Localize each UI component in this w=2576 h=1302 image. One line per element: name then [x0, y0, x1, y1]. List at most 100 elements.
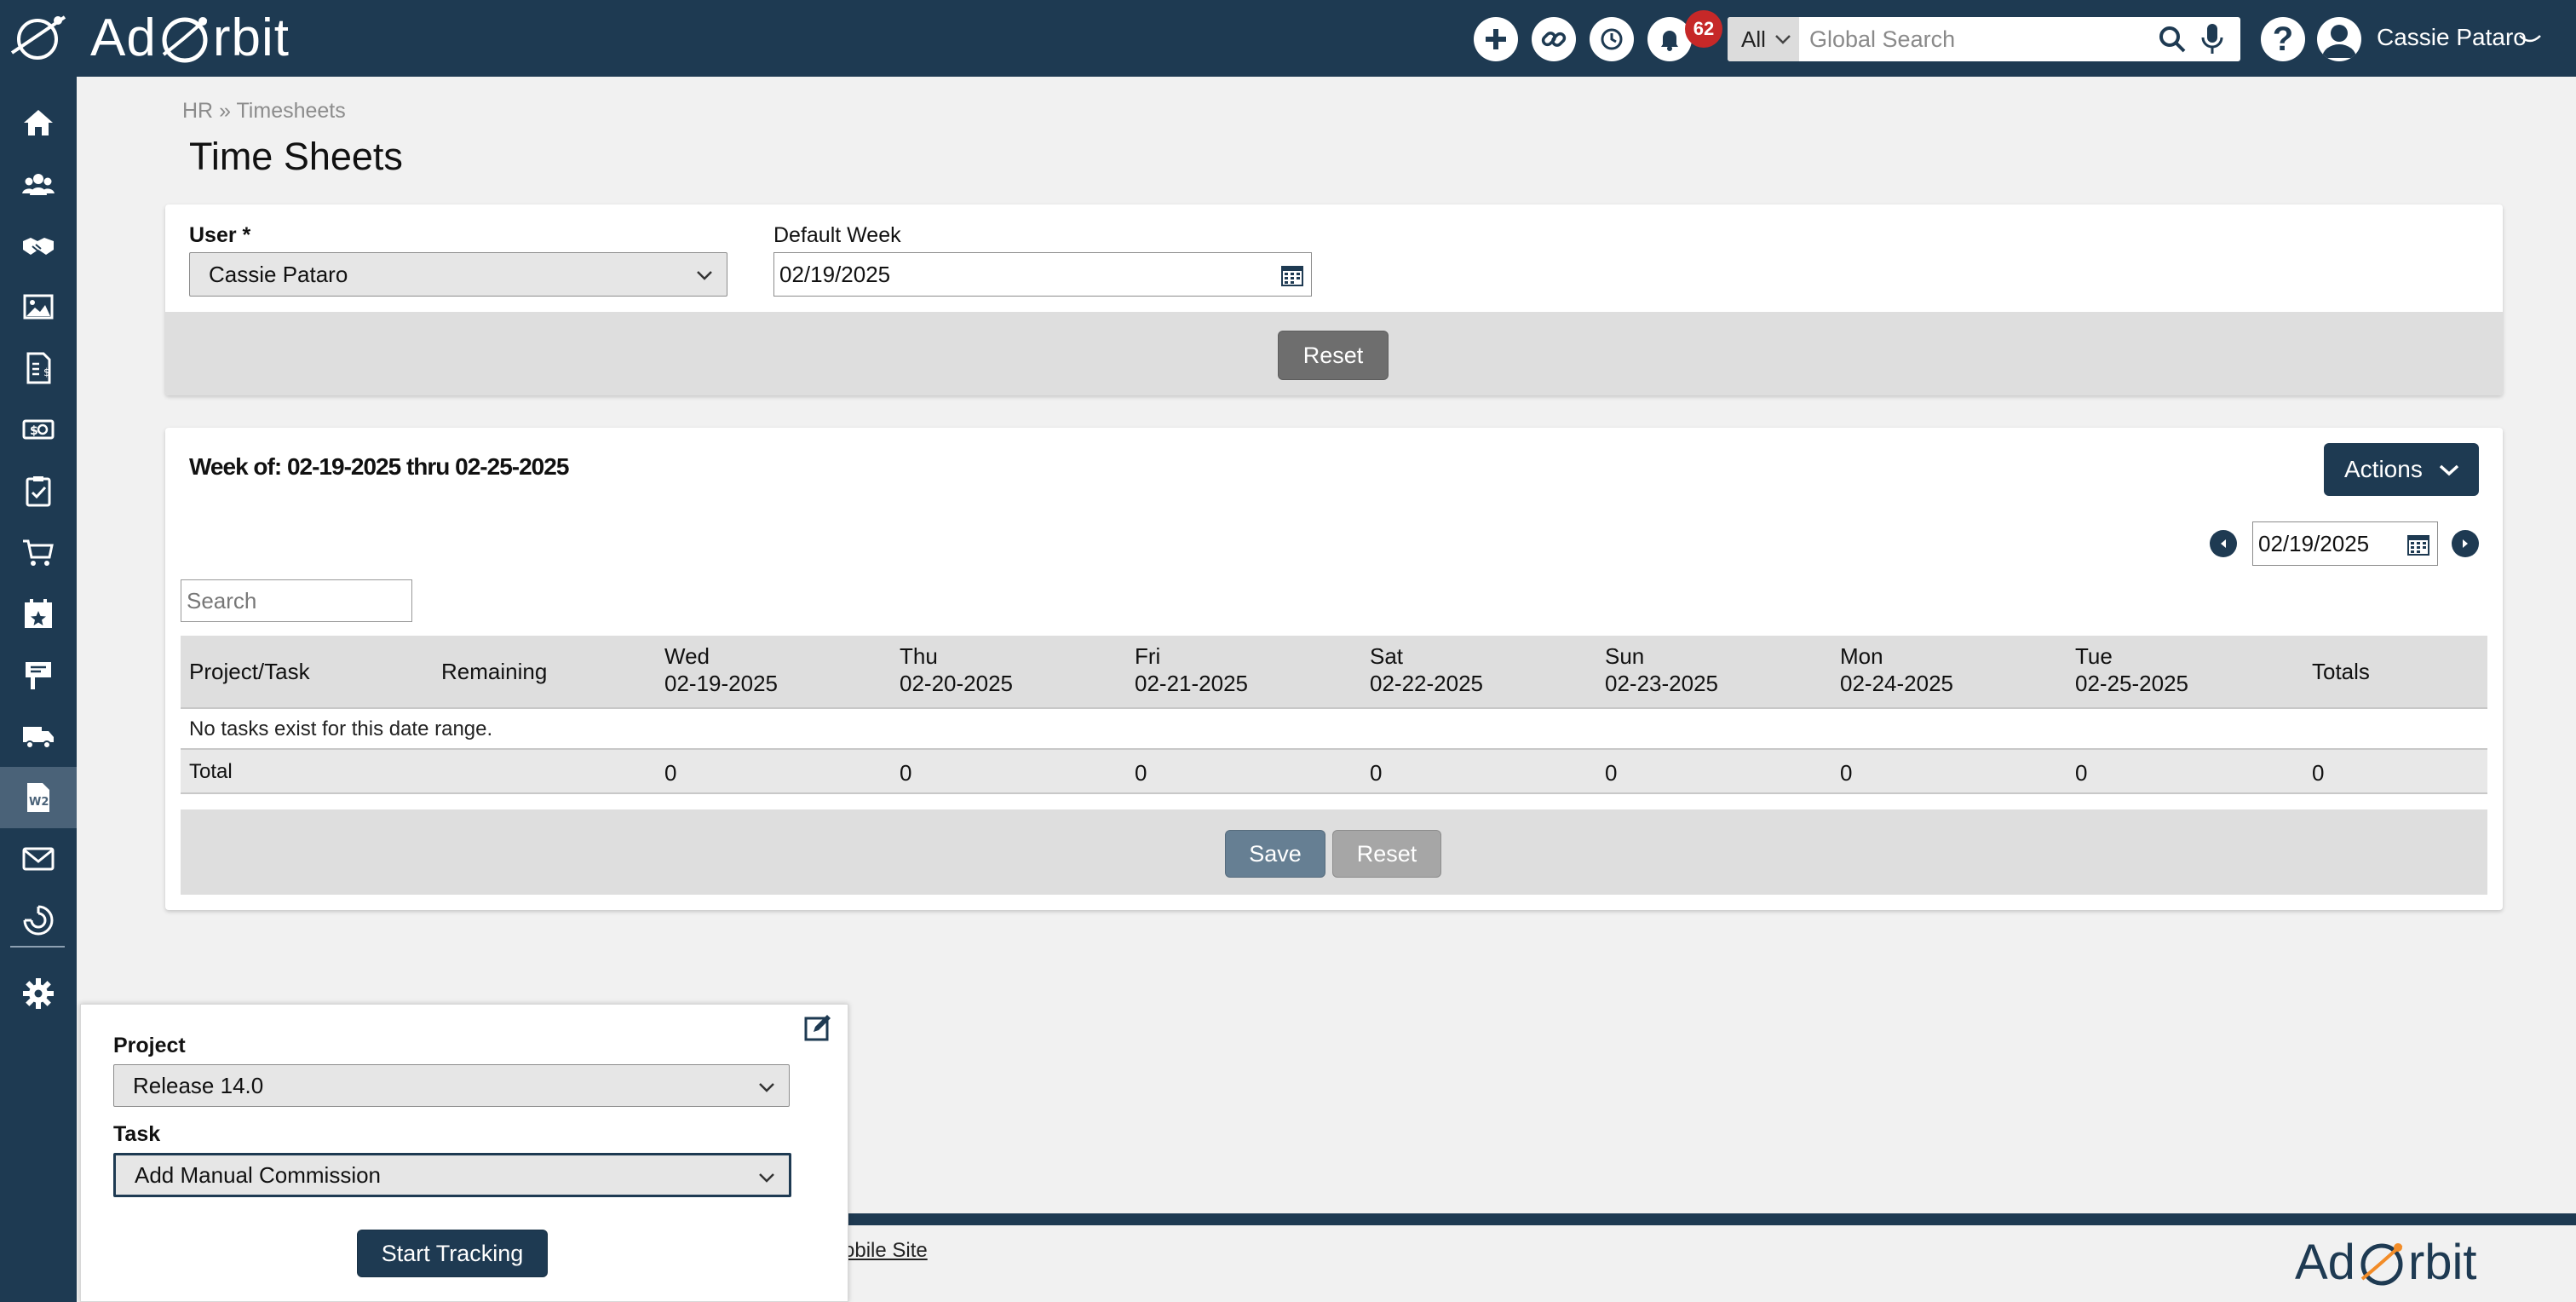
table-search-input[interactable] — [181, 579, 412, 622]
column-day: Sat — [1370, 643, 1404, 669]
column-header-project-task[interactable]: Project/Task — [189, 658, 310, 685]
caret-right-icon — [2463, 539, 2468, 548]
orbit-o-icon — [162, 17, 208, 63]
column-day: Sun — [1605, 643, 1645, 669]
column-header-totals: Totals — [2312, 658, 2370, 685]
image-icon — [23, 294, 54, 320]
sidebar-item-deals[interactable] — [0, 215, 77, 276]
footer-logo-prefix: Ad — [2295, 1235, 2355, 1290]
mail-icon — [22, 847, 55, 871]
breadcrumb-hr-link[interactable]: HR — [182, 99, 213, 123]
sidebar-item-hr[interactable]: W2 — [0, 767, 77, 828]
sidebar-item-delivery[interactable] — [0, 706, 77, 767]
default-week-value: 02/19/2025 — [779, 261, 891, 287]
total-sat: 0 — [1370, 760, 1383, 786]
user-select[interactable]: Cassie Pataro — [189, 252, 727, 297]
sidebar-item-home[interactable] — [0, 92, 77, 153]
previous-week-button[interactable] — [2210, 530, 2237, 557]
sidebar-item-reports[interactable] — [0, 890, 77, 951]
help-icon[interactable]: ? — [2261, 17, 2305, 61]
week-range-title: Week of: 02-19-2025 thru 02-25-2025 — [189, 453, 569, 480]
column-date: 02-22-2025 — [1370, 671, 1483, 696]
column-header-remaining[interactable]: Remaining — [441, 658, 547, 685]
sidebar-item-tasks[interactable] — [0, 460, 77, 521]
chevron-down-icon — [1775, 35, 1791, 44]
column-header-sat: Sat 02-22-2025 — [1370, 642, 1483, 697]
sidebar-item-events[interactable] — [0, 583, 77, 644]
sidebar-item-contacts[interactable] — [0, 153, 77, 215]
column-header-thu: Thu 02-20-2025 — [900, 642, 1013, 697]
filter-panel: User * Cassie Pataro Default Week 02/19/… — [165, 205, 2503, 395]
calendar-icon[interactable] — [1279, 262, 1306, 289]
clipboard-check-icon — [26, 476, 51, 507]
link-icon — [1541, 32, 1567, 47]
table-total-row: Total 0 0 0 0 0 0 0 0 — [181, 750, 2487, 794]
sidebar-item-settings[interactable] — [0, 963, 77, 1024]
page-title: Time Sheets — [189, 135, 403, 178]
column-title: Project/Task — [189, 659, 310, 684]
calendar-star-icon — [25, 599, 52, 628]
task-select[interactable]: Add Manual Commission — [113, 1153, 791, 1197]
sidebar-item-outdoor[interactable] — [0, 644, 77, 706]
sidebar-item-email[interactable] — [0, 828, 77, 890]
orbit-o-icon — [2360, 1242, 2403, 1285]
column-title: Totals — [2312, 659, 2370, 684]
user-name-menu[interactable]: Cassie Pataro — [2377, 24, 2527, 51]
week-date-input[interactable]: 02/19/2025 — [2252, 521, 2438, 566]
filter-panel-footer: Reset — [165, 312, 2503, 395]
mobile-site-link[interactable]: obile Site — [843, 1239, 928, 1263]
column-header-wed: Wed 02-19-2025 — [664, 642, 778, 697]
edit-icon[interactable] — [803, 1013, 832, 1042]
history-button[interactable] — [1590, 17, 1634, 61]
sidebar-item-orders[interactable] — [0, 521, 77, 583]
breadcrumb-separator: » — [219, 99, 231, 123]
total-thu: 0 — [900, 760, 912, 786]
search-scope-select[interactable]: All — [1728, 17, 1799, 61]
chart-icon — [23, 905, 54, 936]
sidebar-divider — [10, 946, 65, 948]
next-week-button[interactable] — [2452, 530, 2479, 557]
sidebar-item-billing[interactable]: $ — [0, 399, 77, 460]
column-date: 02-25-2025 — [2075, 671, 2188, 696]
column-header-mon: Mon 02-24-2025 — [1840, 642, 1953, 697]
actions-dropdown-button[interactable]: Actions — [2324, 443, 2479, 496]
footer-logo: Ad rbit — [2295, 1234, 2477, 1291]
add-button[interactable] — [1474, 17, 1518, 61]
save-button[interactable]: Save — [1225, 830, 1325, 878]
actions-label: Actions — [2344, 456, 2423, 482]
microphone-icon[interactable] — [2199, 22, 2225, 56]
sidebar-item-invoices[interactable]: $ — [0, 337, 77, 399]
chevron-down-icon[interactable] — [2518, 34, 2542, 46]
column-date: 02-20-2025 — [900, 671, 1013, 696]
brand-logo[interactable]: Ad rbit — [90, 9, 290, 68]
chevron-down-icon — [2439, 464, 2459, 476]
column-date: 02-23-2025 — [1605, 671, 1718, 696]
chevron-down-icon — [697, 271, 712, 280]
breadcrumb-current: Timesheets — [236, 99, 346, 123]
quick-links-button[interactable] — [1532, 17, 1576, 61]
start-tracking-button[interactable]: Start Tracking — [357, 1230, 548, 1277]
project-select[interactable]: Release 14.0 — [113, 1064, 790, 1107]
column-date: 02-24-2025 — [1840, 671, 1953, 696]
search-icon[interactable] — [2157, 24, 2188, 55]
planet-logo-icon[interactable] — [7, 10, 68, 66]
column-date: 02-21-2025 — [1135, 671, 1248, 696]
calendar-icon[interactable] — [2405, 531, 2432, 558]
total-grand: 0 — [2312, 760, 2325, 786]
total-sun: 0 — [1605, 760, 1618, 786]
filter-reset-button[interactable]: Reset — [1278, 331, 1389, 380]
sidebar-item-media[interactable] — [0, 276, 77, 337]
column-date: 02-19-2025 — [664, 671, 778, 696]
money-icon: $ — [22, 419, 55, 440]
week-date-value: 02/19/2025 — [2258, 530, 2370, 556]
handshake-icon — [23, 238, 54, 255]
avatar[interactable] — [2317, 17, 2361, 61]
global-search-input[interactable] — [1809, 17, 2167, 61]
default-week-input[interactable]: 02/19/2025 — [773, 252, 1312, 297]
timesheet-reset-button[interactable]: Reset — [1332, 830, 1441, 878]
breadcrumb: HR » Timesheets — [182, 99, 346, 124]
column-header-sun: Sun 02-23-2025 — [1605, 642, 1718, 697]
column-day: Tue — [2075, 643, 2113, 669]
project-label: Project — [113, 1034, 186, 1057]
sidebar: $ $ W2 — [0, 77, 77, 1302]
